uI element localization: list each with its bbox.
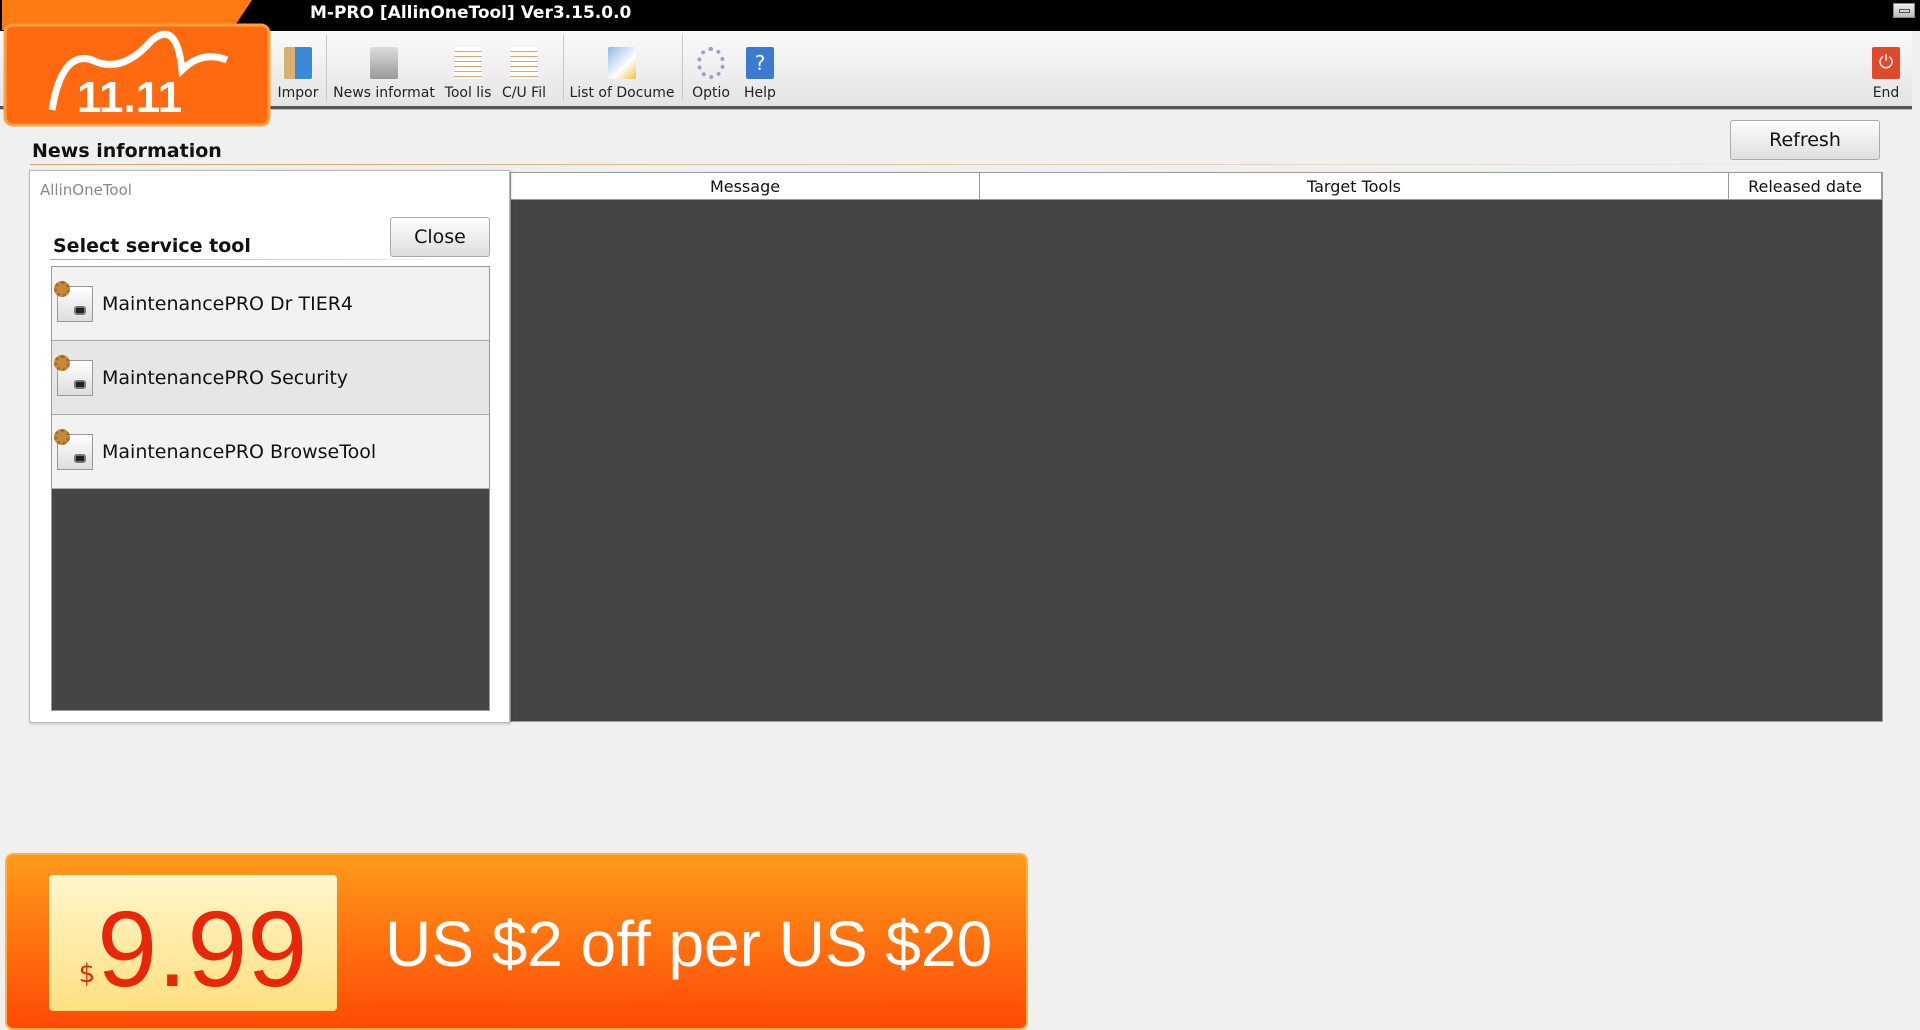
toolbar-news[interactable]: News informat xyxy=(333,31,435,105)
dialog-heading: Select service tool xyxy=(53,235,251,257)
power-icon: ⏻ xyxy=(1872,47,1900,79)
toolbar-label: End xyxy=(1872,85,1900,101)
minimize-icon xyxy=(1899,9,1910,13)
toolbar-label: Optio xyxy=(692,85,730,101)
column-header-released-date[interactable]: Released date xyxy=(1729,173,1882,200)
list-item[interactable]: MaintenancePRO Dr TIER4 xyxy=(52,267,489,341)
title-bar: M-PRO [AllinOneTool] Ver3.15.0.0 xyxy=(0,0,1920,31)
column-header-target-tools[interactable]: Target Tools xyxy=(980,173,1729,200)
toolbar-help[interactable]: ? Help xyxy=(740,31,780,105)
toolbar-label: Tool lis xyxy=(444,85,492,101)
promo-badge-11-11: 11.11 xyxy=(2,0,271,127)
list-item[interactable]: MaintenancePRO BrowseTool xyxy=(52,415,489,489)
toolbar-label: C/U Fil xyxy=(501,85,546,101)
toolbar-separator xyxy=(563,35,564,101)
news-icon xyxy=(370,47,398,79)
column-header-message[interactable]: Message xyxy=(511,173,980,200)
badge-text: 11.11 xyxy=(77,73,182,122)
toolbar-import[interactable]: Impor xyxy=(276,31,320,105)
toolbar-separator xyxy=(326,35,327,101)
toolbar-cu-file[interactable]: C/U Fil xyxy=(500,31,548,105)
minimize-button[interactable] xyxy=(1893,3,1915,18)
help-icon: ? xyxy=(746,47,774,79)
service-tool-list: MaintenancePRO Dr TIER4 MaintenancePRO S… xyxy=(51,266,490,711)
import-icon xyxy=(284,47,312,79)
toolbar-label: List of Docume xyxy=(569,85,675,101)
select-service-tool-dialog: AllinOneTool Select service tool Close M… xyxy=(29,170,510,723)
list-item[interactable]: MaintenancePRO Security xyxy=(52,341,489,415)
toolbar-documents[interactable]: List of Docume xyxy=(569,31,675,105)
tool-name: MaintenancePRO Security xyxy=(102,366,349,389)
price-box: $ 9.99 xyxy=(49,875,337,1011)
currency-symbol: $ xyxy=(78,959,96,989)
promo-banner[interactable]: $ 9.99 US $2 off per US $20 xyxy=(5,853,1028,1030)
window-title: M-PRO [AllinOneTool] Ver3.15.0.0 xyxy=(310,3,632,23)
news-table[interactable]: Message Target Tools Released date xyxy=(510,172,1883,722)
close-button[interactable]: Close xyxy=(390,217,490,257)
toolbar-tool-list[interactable]: Tool lis xyxy=(442,31,494,105)
toolbar-options[interactable]: Optio xyxy=(690,31,732,105)
price: 9.99 xyxy=(97,888,308,1009)
promo-text: US $2 off per US $20 xyxy=(385,908,993,980)
heading-underline xyxy=(30,164,1880,165)
toolbar-end[interactable]: ⏻ End xyxy=(1868,31,1904,105)
service-tool-icon xyxy=(54,280,93,322)
heading-underline xyxy=(50,259,430,260)
toolbar-label: Impor xyxy=(277,85,319,101)
gear-icon xyxy=(697,47,725,79)
refresh-button[interactable]: Refresh xyxy=(1730,120,1880,160)
toolbar-separator xyxy=(682,35,683,101)
tool-name: MaintenancePRO Dr TIER4 xyxy=(102,292,353,315)
service-tool-icon xyxy=(54,428,93,470)
toolbar: Impor News informat Tool lis C/U Fil Lis… xyxy=(0,31,1912,107)
tool-list-icon xyxy=(454,47,482,79)
documents-icon xyxy=(608,47,636,79)
service-tool-icon xyxy=(54,354,93,396)
tool-name: MaintenancePRO BrowseTool xyxy=(102,440,377,463)
dialog-app-name: AllinOneTool xyxy=(40,181,132,199)
toolbar-divider xyxy=(0,106,1912,110)
toolbar-label: Help xyxy=(744,85,776,101)
toolbar-label: News informat xyxy=(333,85,435,101)
page-title: News information xyxy=(32,140,222,162)
cu-file-icon xyxy=(510,47,538,79)
table-header: Message Target Tools Released date xyxy=(511,173,1882,200)
